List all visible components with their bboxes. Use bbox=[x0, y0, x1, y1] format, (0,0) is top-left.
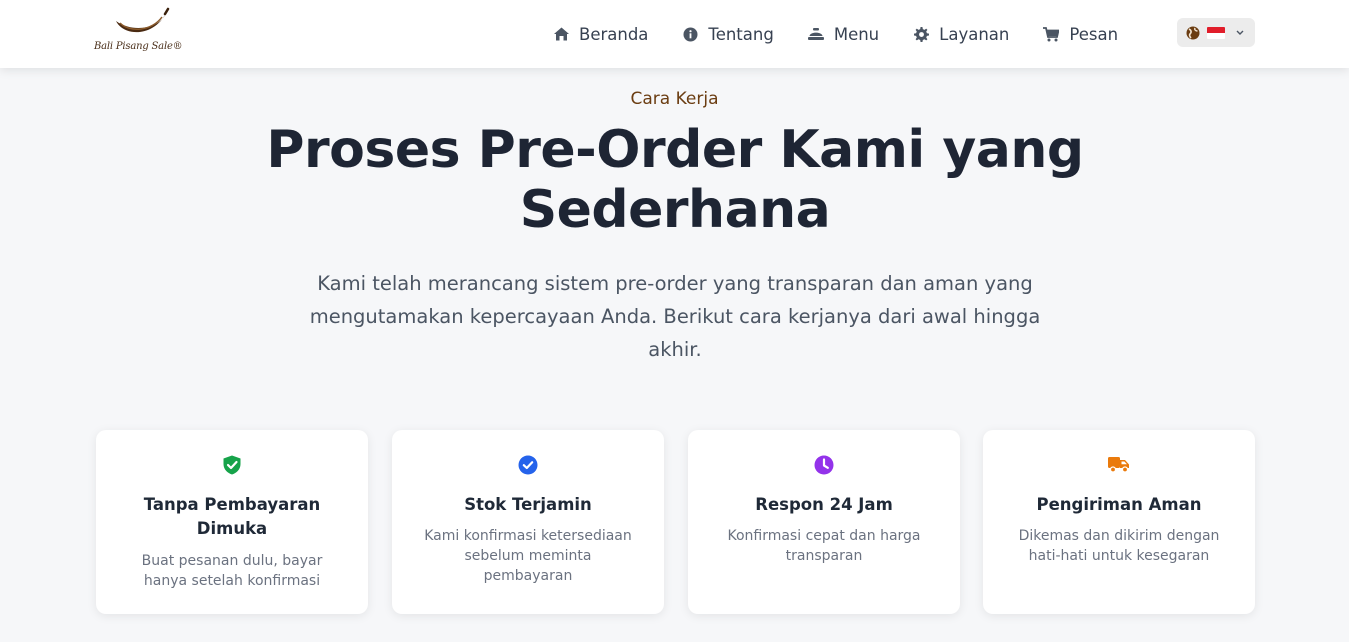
feature-card-safe-delivery: Pengiriman Aman Dikemas dan dikirim deng… bbox=[983, 430, 1255, 614]
feature-card-stock-guaranteed: Stok Terjamin Kami konfirmasi ketersedia… bbox=[392, 430, 664, 614]
nav-item-layanan[interactable]: Layanan bbox=[913, 14, 1009, 54]
info-icon bbox=[682, 26, 698, 42]
nav-item-beranda[interactable]: Beranda bbox=[553, 14, 648, 54]
feature-description: Konfirmasi cepat dan harga transparan bbox=[727, 528, 921, 564]
check-circle-icon bbox=[392, 455, 664, 477]
cart-icon bbox=[1043, 26, 1060, 42]
page-title: Proses Pre-Order Kami yang Sederhana bbox=[266, 120, 1084, 240]
home-icon bbox=[553, 26, 569, 42]
nav-label: Layanan bbox=[939, 24, 1010, 44]
feature-title: Tanpa Pembayaran Dimuka bbox=[143, 495, 321, 538]
main-nav: Beranda Tentang Menu Layanan Pesan bbox=[553, 0, 1118, 68]
feature-title: Pengiriman Aman bbox=[1036, 495, 1202, 514]
nav-item-menu[interactable]: Menu bbox=[807, 14, 880, 54]
brand-logo[interactable]: Bali Pisang Sale® bbox=[94, 7, 186, 59]
feature-description: Dikemas dan dikirim dengan hati-hati unt… bbox=[1018, 528, 1220, 564]
shield-check-icon bbox=[96, 455, 368, 477]
nav-label: Menu bbox=[833, 24, 880, 44]
nav-label: Tentang bbox=[708, 24, 774, 44]
feature-description: Kami konfirmasi ketersediaan sebelum mem… bbox=[424, 528, 632, 584]
globe-icon bbox=[1186, 26, 1200, 40]
feature-title: Stok Terjamin bbox=[464, 495, 592, 514]
section-subtitle: Kami telah merancang sistem pre-order ya… bbox=[309, 272, 1041, 361]
nav-label: Beranda bbox=[579, 24, 649, 44]
truck-icon bbox=[983, 455, 1255, 477]
chevron-down-icon bbox=[1236, 30, 1244, 35]
site-header: Bali Pisang Sale® Beranda Tentang Menu L… bbox=[0, 0, 1349, 68]
brand-name: Bali Pisang Sale® bbox=[94, 41, 183, 52]
feature-card-24h-response: Respon 24 Jam Konfirmasi cepat dan harga… bbox=[688, 430, 960, 614]
nav-label: Pesan bbox=[1069, 24, 1119, 44]
feature-title: Respon 24 Jam bbox=[755, 495, 893, 514]
language-switcher[interactable] bbox=[1177, 18, 1255, 47]
food-tray-icon bbox=[807, 26, 824, 42]
clock-icon bbox=[688, 455, 960, 477]
gear-icon bbox=[913, 26, 929, 42]
feature-cards: Tanpa Pembayaran Dimuka Buat pesanan dul… bbox=[96, 430, 1256, 614]
banana-logo-icon bbox=[116, 7, 170, 33]
section-eyebrow: Cara Kerja bbox=[630, 89, 719, 109]
nav-item-tentang[interactable]: Tentang bbox=[682, 14, 774, 54]
nav-item-pesan[interactable]: Pesan bbox=[1043, 14, 1118, 54]
feature-card-no-upfront-payment: Tanpa Pembayaran Dimuka Buat pesanan dul… bbox=[96, 430, 368, 614]
indonesia-flag-icon bbox=[1207, 26, 1225, 39]
feature-description: Buat pesanan dulu, bayar hanya setelah k… bbox=[141, 553, 323, 589]
